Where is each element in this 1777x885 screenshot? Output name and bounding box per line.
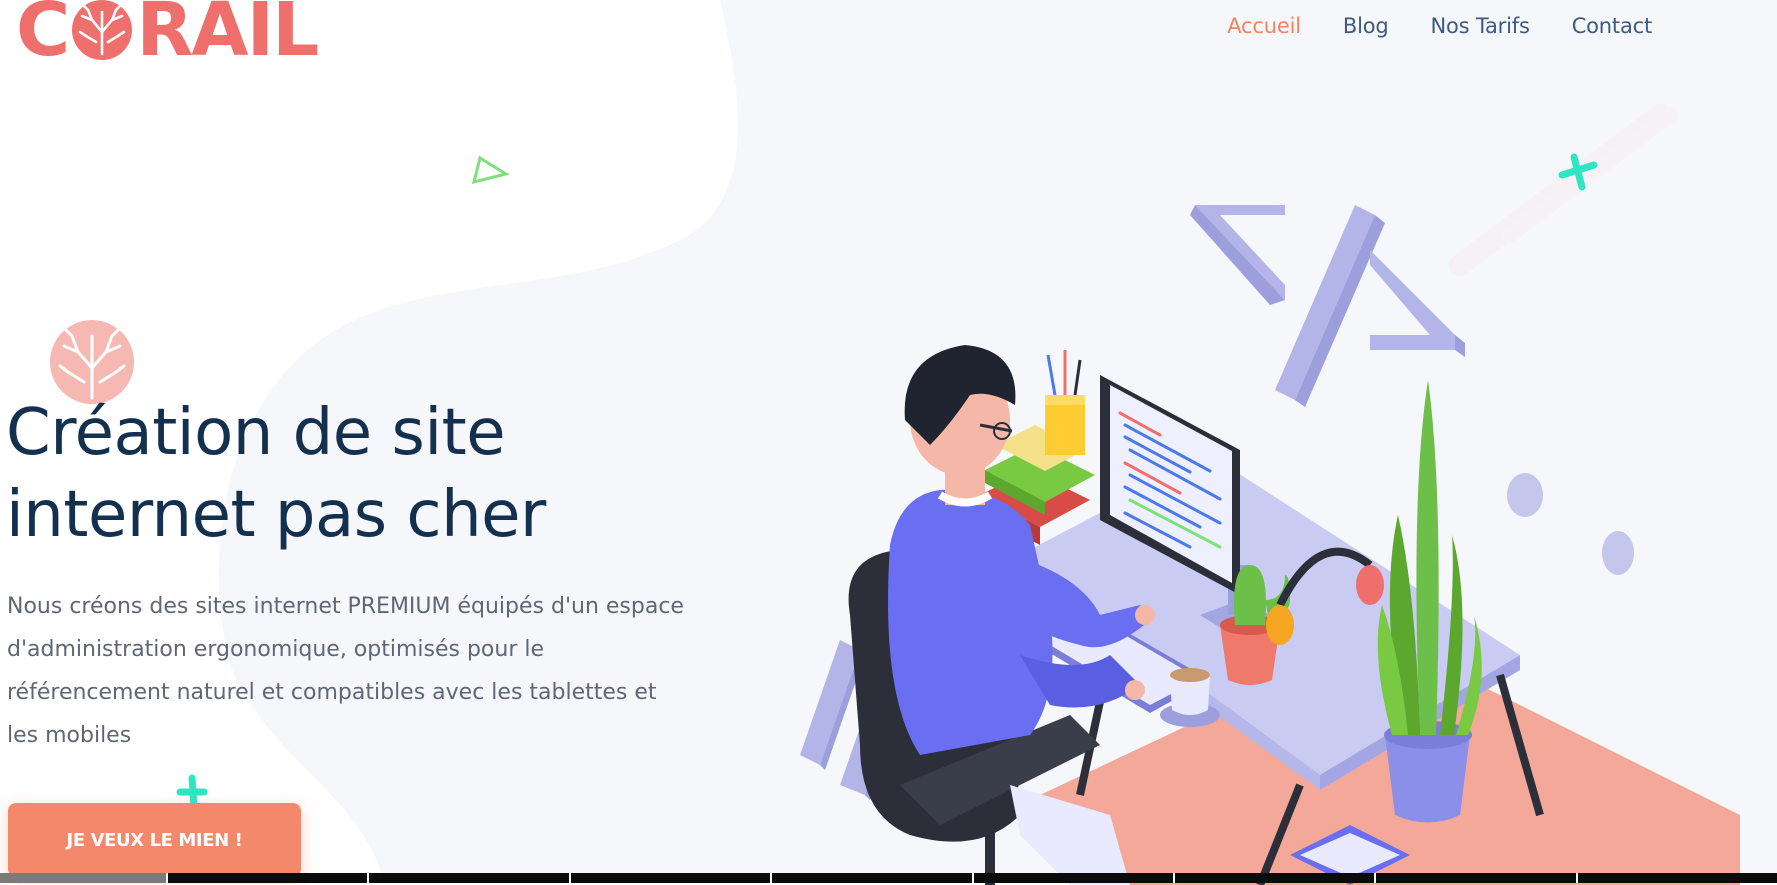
motion-streaks [1449, 104, 1678, 276]
hero-title-line1: Création de site [6, 396, 506, 470]
pencil-cup [1045, 350, 1085, 455]
coral-icon [72, 0, 133, 60]
bottom-bar-segment[interactable] [570, 873, 773, 883]
main-nav: Accueil Blog Nos Tarifs Contact [1227, 14, 1652, 38]
logo[interactable]: C RAIL [16, 0, 319, 73]
bottom-bar-segment[interactable] [973, 873, 1175, 883]
disc-shape [1602, 531, 1634, 575]
logo-letters-rail: RAIL [136, 0, 319, 73]
logo-letter-c: C [16, 0, 70, 73]
cta-button[interactable]: JE VEUX LE MIEN ! [8, 803, 301, 877]
nav-item-contact[interactable]: Contact [1572, 14, 1653, 38]
nav-item-tarifs[interactable]: Nos Tarifs [1430, 14, 1529, 38]
bottom-bar-segment[interactable] [1376, 873, 1578, 883]
potted-plant [1377, 380, 1482, 823]
bottom-bar-segment[interactable] [1174, 873, 1377, 883]
disc-shape [1507, 473, 1543, 517]
bottom-bar-segment[interactable] [772, 873, 974, 883]
nav-item-blog[interactable]: Blog [1343, 14, 1389, 38]
bottom-bar-segment[interactable] [168, 873, 370, 883]
bottom-bar-segment[interactable] [369, 873, 571, 883]
bottom-bar [0, 873, 1777, 883]
triangle-outline-icon [471, 155, 510, 185]
hero-description: Nous créons des sites internet PREMIUM é… [7, 594, 684, 748]
code-brackets-icon [1190, 205, 1465, 407]
developer-desk-illustration [800, 104, 1740, 885]
nav-item-accueil[interactable]: Accueil [1227, 14, 1301, 38]
hero-title-line2: internet pas cher [6, 478, 546, 552]
bottom-bar-segment[interactable] [1577, 873, 1777, 883]
bottom-bar-segment[interactable] [0, 873, 168, 883]
hero-title: Création de site internet pas cher [6, 392, 686, 556]
